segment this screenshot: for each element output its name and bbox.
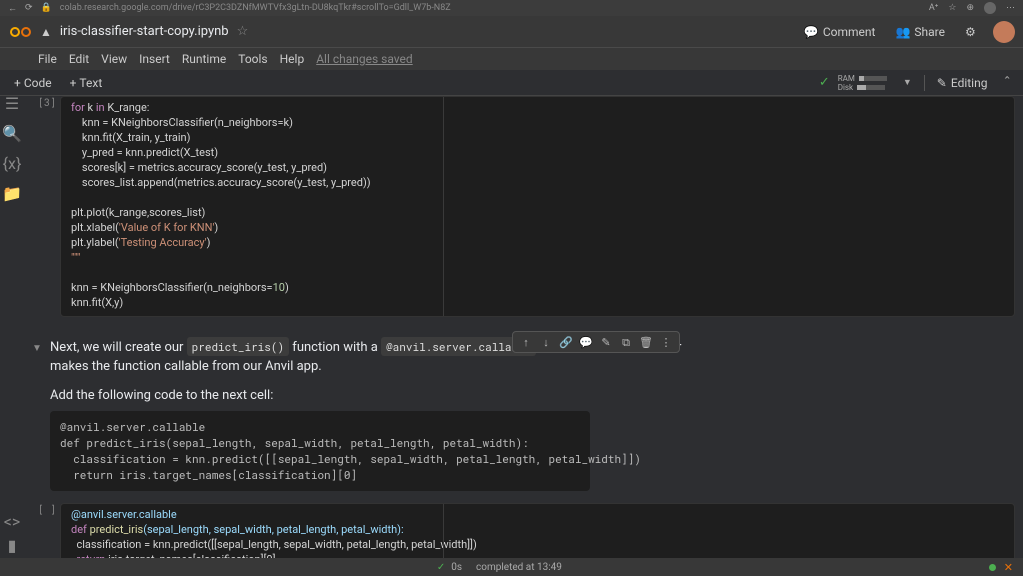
- editing-mode-button[interactable]: ✎ Editing: [929, 74, 996, 92]
- extension-icon[interactable]: ⊕: [966, 3, 974, 13]
- browser-chrome: ← ⟳ 🔒 colab.research.google.com/drive/rC…: [0, 0, 1023, 16]
- more-icon[interactable]: ⋮: [659, 335, 673, 349]
- menu-insert[interactable]: Insert: [139, 52, 170, 66]
- move-down-icon[interactable]: ↓: [539, 335, 553, 349]
- toolbar: + Code + Text ✓ RAM Disk ▼ ✎ Editing ˆ: [0, 70, 1023, 96]
- code-content: @anvil.server.callable def predict_iris(…: [71, 507, 1004, 558]
- cell-prompt: [ ]: [26, 503, 60, 516]
- share-icon: 👥: [895, 25, 910, 39]
- cell-toolbar: ↑ ↓ 🔗 💬 ✎ ⧉ 🗑 ⋮: [512, 331, 680, 353]
- menu-runtime[interactable]: Runtime: [182, 52, 226, 66]
- text-fragment: function with a: [289, 340, 381, 355]
- markdown-code-block: @anvil.server.callable def predict_iris(…: [50, 411, 590, 491]
- column-guide: [443, 97, 444, 316]
- share-label: Share: [914, 25, 945, 39]
- menubar: File Edit View Insert Runtime Tools Help…: [0, 48, 1023, 70]
- status-bar: ✓ 0s completed at 13:49 ✕: [0, 558, 1023, 576]
- resource-indicator[interactable]: RAM Disk: [838, 74, 887, 92]
- edit-cell-icon[interactable]: ✎: [599, 335, 613, 349]
- disk-label: Disk: [838, 83, 853, 92]
- code-cell-1[interactable]: [3] for k in K_range: knn = KNeighborsCl…: [26, 96, 1015, 317]
- star-doc-icon[interactable]: ☆: [237, 24, 249, 39]
- mirror-icon[interactable]: ⧉: [619, 335, 633, 349]
- link-icon[interactable]: 🔗: [559, 335, 573, 349]
- star-icon[interactable]: ☆: [948, 3, 956, 13]
- code-editor[interactable]: @anvil.server.callable def predict_iris(…: [60, 503, 1015, 558]
- terminal-icon[interactable]: ▮: [5, 538, 19, 552]
- add-text-button[interactable]: + Text: [62, 74, 111, 92]
- folder-icon[interactable]: 📁: [5, 186, 19, 200]
- plus-icon: +: [14, 76, 21, 90]
- read-icon[interactable]: A⁺: [929, 3, 939, 13]
- reload-icon[interactable]: ⟳: [25, 3, 33, 13]
- section-collapse-icon[interactable]: ▼: [32, 339, 42, 358]
- add-code-label: Code: [24, 76, 52, 90]
- variables-icon[interactable]: {x}: [5, 156, 19, 170]
- comment-label: Comment: [823, 25, 876, 39]
- share-button[interactable]: 👥 Share: [889, 21, 951, 43]
- lock-icon: 🔒: [41, 3, 52, 13]
- colab-header: ▲ iris-classifier-start-copy.ipynb ☆ 💬 C…: [0, 16, 1023, 48]
- menu-file[interactable]: File: [38, 52, 57, 66]
- status-check-icon: ✓: [437, 562, 445, 573]
- text-cell-1[interactable]: ↑ ↓ 🔗 💬 ✎ ⧉ 🗑 ⋮ ▼ Next, we will create o…: [50, 337, 690, 405]
- status-time: 0s: [451, 562, 462, 573]
- pencil-icon: ✎: [937, 76, 947, 90]
- colab-logo[interactable]: [8, 20, 32, 44]
- gear-icon: ⚙: [965, 25, 979, 39]
- code-content: for k in K_range: knn = KNeighborsClassi…: [71, 100, 1004, 310]
- code-snippet-icon[interactable]: <>: [5, 514, 19, 528]
- code-cell-2[interactable]: [ ] @anvil.server.callable def predict_i…: [26, 503, 1015, 558]
- column-guide: [443, 504, 444, 558]
- notebook-main: [3] for k in K_range: knn = KNeighborsCl…: [24, 96, 1023, 558]
- comment-icon: 💬: [804, 25, 819, 39]
- settings-button[interactable]: ⚙: [959, 21, 985, 43]
- close-status-icon[interactable]: ✕: [1004, 561, 1013, 574]
- menu-icon[interactable]: ⋯: [1006, 3, 1015, 13]
- inline-code: predict_iris(): [187, 337, 289, 356]
- kernel-status-icon: [989, 564, 996, 571]
- save-status: All changes saved: [316, 52, 412, 66]
- text-fragment: Next, we will create our: [50, 340, 187, 355]
- connected-check-icon: ✓: [819, 75, 830, 90]
- text-line: Add the following code to the next cell:: [50, 386, 690, 405]
- add-code-button[interactable]: + Code: [6, 74, 60, 92]
- drive-icon: ▲: [40, 25, 52, 39]
- comment-button[interactable]: 💬 Comment: [798, 21, 882, 43]
- search-icon[interactable]: 🔍: [5, 126, 19, 140]
- status-completed: completed at 13:49: [476, 562, 562, 573]
- editing-label: Editing: [951, 76, 988, 90]
- doc-title[interactable]: iris-classifier-start-copy.ipynb: [60, 24, 229, 39]
- divider: [924, 75, 925, 91]
- ram-label: RAM: [838, 74, 855, 83]
- menu-help[interactable]: Help: [280, 52, 305, 66]
- menu-tools[interactable]: Tools: [238, 52, 267, 66]
- toc-icon[interactable]: ☰: [5, 96, 19, 110]
- colab-avatar[interactable]: [993, 21, 1015, 43]
- code-editor[interactable]: for k in K_range: knn = KNeighborsClassi…: [60, 96, 1015, 317]
- delete-icon[interactable]: 🗑: [639, 335, 653, 349]
- plus-icon: +: [70, 76, 77, 90]
- menu-view[interactable]: View: [101, 52, 127, 66]
- browser-avatar[interactable]: [984, 2, 996, 14]
- move-up-icon[interactable]: ↑: [519, 335, 533, 349]
- collapse-icon[interactable]: ˆ: [997, 73, 1017, 92]
- left-rail: ☰ 🔍 {x} 📁 <> ▮: [0, 96, 24, 558]
- back-icon[interactable]: ←: [8, 3, 17, 14]
- menu-edit[interactable]: Edit: [69, 52, 89, 66]
- comment-cell-icon[interactable]: 💬: [579, 335, 593, 349]
- cell-prompt: [3]: [26, 96, 60, 109]
- url-bar[interactable]: colab.research.google.com/drive/rC3P2C3D…: [60, 3, 921, 13]
- add-text-label: Text: [79, 76, 102, 90]
- resource-dropdown-icon[interactable]: ▼: [903, 77, 912, 88]
